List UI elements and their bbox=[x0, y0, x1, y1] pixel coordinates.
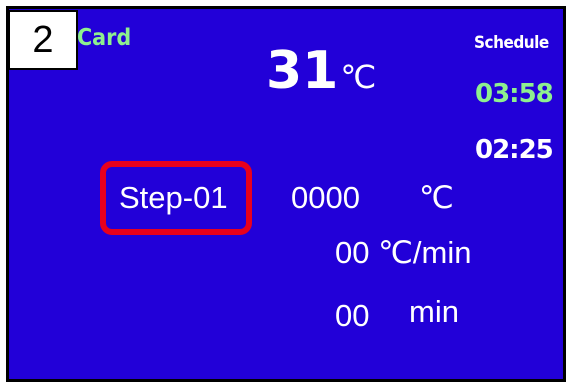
step-number-badge: 2 bbox=[8, 10, 78, 70]
target-temperature-value: 0000 bbox=[291, 180, 360, 215]
schedule-label: Schedule bbox=[474, 33, 549, 53]
hold-time-unit: min bbox=[409, 294, 459, 329]
schedule-time-1: 03:58 bbox=[475, 79, 554, 109]
current-temperature: 31 ℃ bbox=[266, 45, 376, 97]
schedule-time-2: 02:25 bbox=[475, 135, 554, 165]
controller-display: Card 31 ℃ Schedule 03:58 02:25 Step-01 0… bbox=[6, 6, 566, 382]
hold-time-value: 00 bbox=[335, 298, 370, 333]
target-temperature-unit: ℃ bbox=[419, 180, 454, 215]
ramp-rate: 00 ℃/min bbox=[335, 235, 472, 270]
current-temperature-value: 31 bbox=[266, 41, 339, 101]
card-label: Card bbox=[77, 25, 132, 51]
step-name[interactable]: Step-01 bbox=[119, 180, 228, 216]
current-temperature-unit: ℃ bbox=[340, 58, 377, 96]
